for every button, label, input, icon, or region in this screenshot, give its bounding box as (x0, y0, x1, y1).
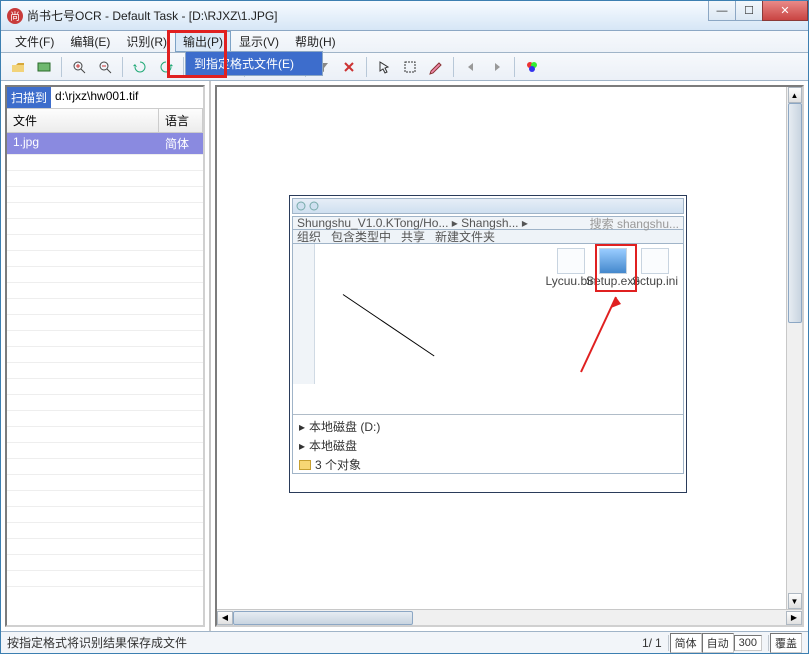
status-lang: 简体 (670, 633, 702, 653)
window-controls: — ☐ ✕ (709, 1, 808, 21)
status-dpi: 300 (734, 635, 762, 651)
window-title: 尚书七号OCR - Default Task - [D:\RJXZ\1.JPG] (27, 7, 278, 24)
left-panel: 扫描到 d:\rjxz\hw001.tif 文件 语言 1.jpg 简体 (1, 81, 211, 631)
mock-titlebar (292, 198, 684, 214)
output-dropdown: 到指定格式文件(E) (185, 51, 323, 76)
mock-bottom-item-2: ▸本地磁盘 (299, 437, 380, 454)
mock-divider (293, 414, 683, 415)
ini-icon (641, 248, 669, 274)
menu-file[interactable]: 文件(F) (7, 31, 62, 52)
rotate-right-icon[interactable] (155, 56, 177, 78)
header-file[interactable]: 文件 (7, 109, 159, 132)
toolbar-separator (183, 57, 184, 77)
scan-label: 扫描到 (7, 87, 51, 108)
statusbar: 按指定格式将识别结果保存成文件 1/ 1 简体 自动 300 覆盖 (1, 631, 808, 653)
color-icon[interactable] (521, 56, 543, 78)
zoom-out-icon[interactable] (94, 56, 116, 78)
status-page: 1/ 1 (642, 636, 662, 650)
file-row[interactable]: 1.jpg 简体 (7, 133, 203, 155)
vertical-scrollbar[interactable]: ▲ ▼ (786, 87, 802, 609)
header-lang[interactable]: 语言 (159, 109, 203, 132)
menu-recognize[interactable]: 识别(R) (118, 31, 175, 52)
status-overwrite: 覆盖 (770, 633, 802, 653)
file-name-cell: 1.jpg (7, 133, 159, 154)
dropdown-to-format-file[interactable]: 到指定格式文件(E) (186, 52, 322, 75)
close-button[interactable]: ✕ (762, 1, 808, 21)
toolbar-separator (61, 57, 62, 77)
mock-file-3: Sctup.ini (637, 248, 673, 288)
scan-icon[interactable] (33, 56, 55, 78)
mock-body: Lycuu.bin Setup.exe Sctup.ini ▸本地磁盘 (D:)… (292, 244, 684, 474)
delete-icon[interactable] (338, 56, 360, 78)
mock-toolbar: 组织 包含类型中 共享 新建文件夹 (292, 230, 684, 244)
toolbar: 识 R (1, 53, 808, 81)
empty-file-rows (7, 155, 203, 587)
titlebar: 尚 尚书七号OCR - Default Task - [D:\RJXZ\1.JP… (1, 1, 808, 31)
prev-icon[interactable] (460, 56, 482, 78)
file-list-panel: 扫描到 d:\rjxz\hw001.tif 文件 语言 1.jpg 简体 (5, 85, 205, 627)
mock-tool-share: 共享 (401, 228, 425, 245)
mock-diagonal-line (343, 294, 435, 356)
mock-bottom-item-3: 3 个对象 (299, 456, 380, 473)
menu-help[interactable]: 帮助(H) (287, 31, 344, 52)
scroll-left-icon[interactable]: ◀ (217, 611, 233, 625)
file-list-header: 文件 语言 (7, 109, 203, 133)
horizontal-scrollbar[interactable]: ◀ ▶ (217, 609, 802, 625)
scroll-down-icon[interactable]: ▼ (788, 593, 802, 609)
menu-edit[interactable]: 编辑(E) (62, 31, 118, 52)
mock-bottom-panel: ▸本地磁盘 (D:) ▸本地磁盘 3 个对象 (299, 418, 380, 475)
red-highlight-setup (595, 244, 637, 292)
menubar: 文件(F) 编辑(E) 识别(R) 输出(P) 显示(V) 帮助(H) 到指定格… (1, 31, 808, 53)
minimize-button[interactable]: — (708, 1, 736, 21)
main-window: 尚 尚书七号OCR - Default Task - [D:\RJXZ\1.JP… (0, 0, 809, 654)
status-auto: 自动 (702, 633, 734, 653)
pointer-icon[interactable] (373, 56, 395, 78)
toolbar-separator (366, 57, 367, 77)
next-icon[interactable] (486, 56, 508, 78)
main-area: 扫描到 d:\rjxz\hw001.tif 文件 语言 1.jpg 简体 (1, 81, 808, 631)
file-lang-cell: 简体 (159, 133, 203, 154)
scan-path-value[interactable]: d:\rjxz\hw001.tif (51, 87, 203, 108)
mock-tool-include: 包含类型中 (331, 228, 391, 245)
pen-icon[interactable] (425, 56, 447, 78)
status-message: 按指定格式将识别结果保存成文件 (7, 634, 632, 651)
zoom-in-icon[interactable] (68, 56, 90, 78)
mock-tool-newfolder: 新建文件夹 (435, 228, 495, 245)
scroll-right-icon[interactable]: ▶ (786, 611, 802, 625)
select-region-icon[interactable] (399, 56, 421, 78)
red-arrow (571, 292, 621, 382)
embedded-screenshot: Shungshu_V1.0.KTong/Ho... ▸ Shangsh... ▸… (292, 198, 684, 490)
menu-view[interactable]: 显示(V) (231, 31, 287, 52)
mock-file-3-label: Sctup.ini (632, 274, 678, 288)
scroll-up-icon[interactable]: ▲ (788, 87, 802, 103)
maximize-button[interactable]: ☐ (735, 1, 763, 21)
mock-search: 搜索 shangshu... (590, 215, 679, 232)
image-canvas[interactable]: Shungshu_V1.0.KTong/Ho... ▸ Shangsh... ▸… (215, 85, 804, 627)
forward-icon (309, 201, 319, 211)
rotate-left-icon[interactable] (129, 56, 151, 78)
toolbar-separator (514, 57, 515, 77)
scroll-track-v[interactable] (788, 103, 802, 593)
document-page: Shungshu_V1.0.KTong/Ho... ▸ Shangsh... ▸… (289, 195, 687, 493)
right-panel: Shungshu_V1.0.KTong/Ho... ▸ Shangsh... ▸… (211, 81, 808, 631)
file-icon (557, 248, 585, 274)
status-page-total: 1 (655, 636, 662, 650)
status-page-cur: 1/ (642, 636, 652, 650)
mock-file-1: Lycuu.bin (553, 248, 589, 288)
scroll-thumb-v[interactable] (788, 103, 802, 323)
back-icon (296, 201, 306, 211)
scan-path-row: 扫描到 d:\rjxz\hw001.tif (7, 87, 203, 109)
scroll-track-h[interactable] (233, 611, 786, 625)
open-icon[interactable] (7, 56, 29, 78)
app-icon: 尚 (7, 8, 23, 24)
mock-tool-organize: 组织 (297, 228, 321, 245)
menu-output[interactable]: 输出(P) (175, 31, 231, 52)
mock-sidebar (293, 244, 315, 384)
folder-icon (299, 460, 311, 470)
toolbar-separator (122, 57, 123, 77)
toolbar-separator (453, 57, 454, 77)
mock-bottom-item-1: ▸本地磁盘 (D:) (299, 418, 380, 435)
scroll-thumb-h[interactable] (233, 611, 413, 625)
